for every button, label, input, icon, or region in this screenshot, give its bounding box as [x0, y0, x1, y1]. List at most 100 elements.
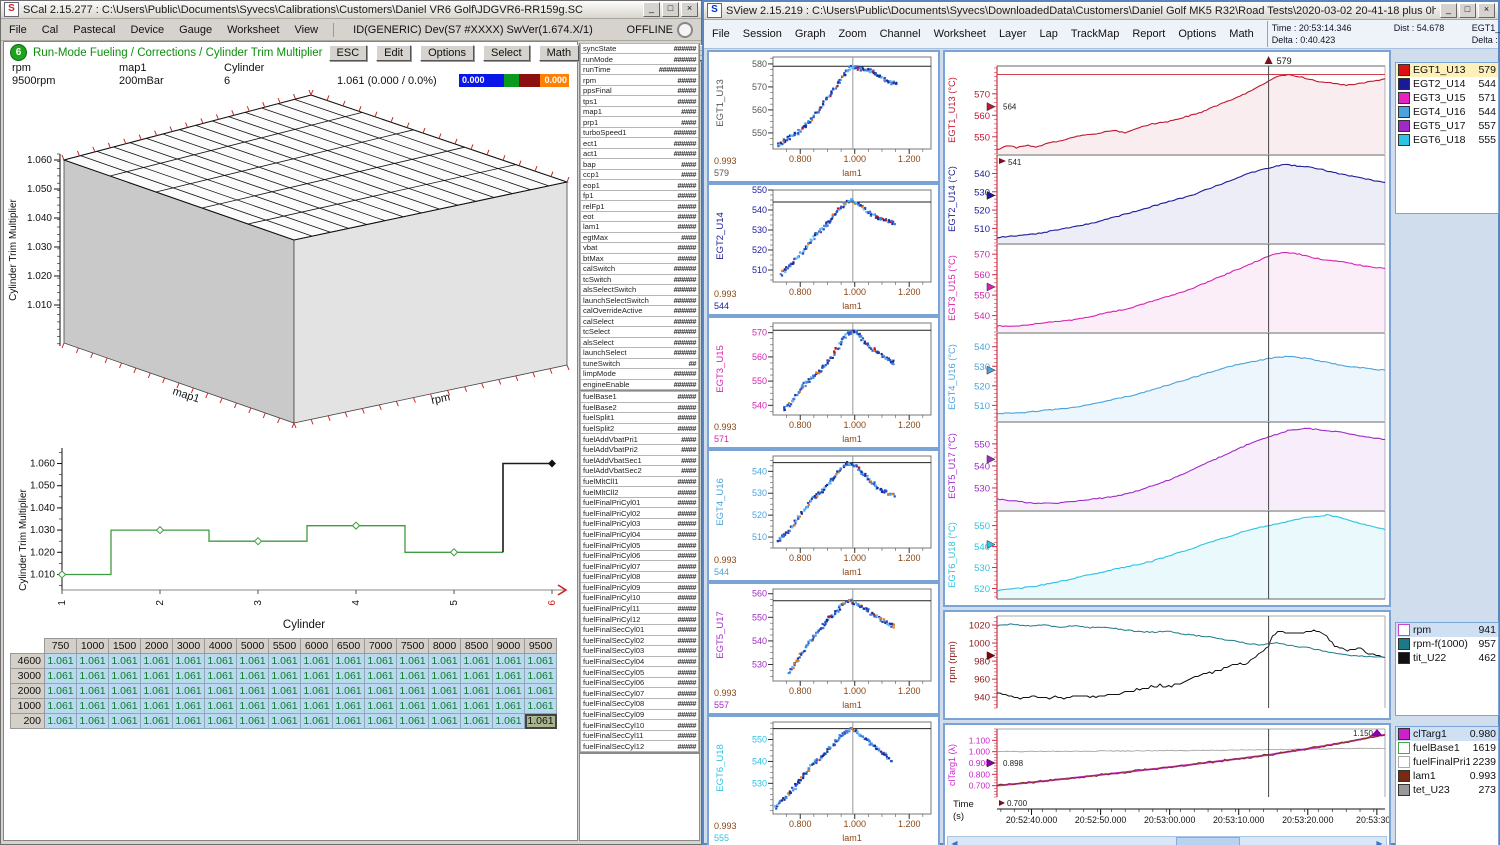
col-header[interactable]: 1000 — [77, 639, 109, 654]
table-cell[interactable]: 1.061 — [237, 714, 269, 729]
table-cell[interactable]: 1.061 — [109, 669, 141, 684]
table-cell[interactable]: 1.061 — [45, 714, 77, 729]
table-cell[interactable]: 1.061 — [109, 684, 141, 699]
table-cell[interactable]: 1.061 — [173, 699, 205, 714]
table-cell[interactable]: 1.061 — [525, 669, 557, 684]
options-button[interactable]: Options — [420, 45, 474, 61]
legend-item-clTarg1[interactable]: clTarg10.980 — [1396, 727, 1498, 741]
legend-item-rpm[interactable]: rpm941 — [1396, 623, 1498, 637]
sview-titlebar[interactable]: S SView 2.15.219 : C:\Users\Public\Docum… — [704, 2, 1498, 20]
scatter-plot-egt3_u15[interactable]: 0.8001.0001.200540550560570EGT3_U150.993… — [707, 316, 940, 449]
table-cell[interactable]: 1.061 — [429, 714, 461, 729]
legend-item-lam1[interactable]: lam10.993 — [1396, 769, 1498, 783]
row-header[interactable]: 3000 — [11, 669, 45, 684]
table-cell[interactable]: 1.061 — [461, 699, 493, 714]
menu-gauge[interactable]: Gauge — [179, 24, 212, 36]
table-cell[interactable]: 1.061 — [141, 714, 173, 729]
legend-item-EGT6_U18[interactable]: EGT6_U18555 — [1396, 133, 1498, 147]
col-header[interactable]: 9500 — [525, 639, 557, 654]
table-cell[interactable]: 1.061 — [269, 699, 301, 714]
watch-row[interactable]: engineEnable###### — [580, 379, 699, 390]
table-cell[interactable]: 1.061 — [493, 684, 525, 699]
table-cell[interactable]: 1.061 — [397, 684, 429, 699]
egt-tracks-panel[interactable]: 579550560570EGT1_U13 (°C)564510520530540… — [943, 50, 1391, 607]
table-cell[interactable]: 1.061 — [493, 669, 525, 684]
col-header[interactable]: 7500 — [397, 639, 429, 654]
table-cell[interactable]: 1.061 — [45, 654, 77, 669]
lambda-track-panel[interactable]: 1.1001.0000.9000.8000.700clTarg1 (λ)0.89… — [943, 723, 1391, 845]
menu-worksheet[interactable]: Worksheet — [227, 24, 279, 36]
table-cell[interactable]: 1.061 — [397, 669, 429, 684]
col-header[interactable]: 5500 — [269, 639, 301, 654]
table-cell[interactable]: 1.061 — [301, 669, 333, 684]
menu-pastecal[interactable]: Pastecal — [73, 24, 115, 36]
scatter-plot-egt4_u16[interactable]: 0.8001.0001.200510520530540EGT4_U160.993… — [707, 449, 940, 582]
minimize-button[interactable]: _ — [643, 2, 660, 17]
menu-lap[interactable]: Lap — [1039, 28, 1057, 40]
legend-item-EGT5_U17[interactable]: EGT5_U17557 — [1396, 119, 1498, 133]
minimize-button[interactable]: _ — [1440, 3, 1457, 18]
scatter-plot-egt6_u18[interactable]: 0.8001.0001.200530540550EGT6_U180.993555… — [707, 715, 940, 845]
table-cell[interactable]: 1.061 — [301, 654, 333, 669]
row-header[interactable]: 1000 — [11, 699, 45, 714]
table-cell[interactable]: 1.061 — [141, 669, 173, 684]
table-cell[interactable]: 1.061 — [205, 699, 237, 714]
close-button[interactable]: × — [681, 2, 698, 17]
menu-file[interactable]: File — [9, 24, 27, 36]
table-cell[interactable]: 1.061 — [301, 684, 333, 699]
table-cell[interactable]: 1.061 — [365, 699, 397, 714]
time-scrollbar[interactable]: ◀ ▶ — [947, 836, 1387, 845]
row-header[interactable]: 2000 — [11, 684, 45, 699]
table-cell[interactable]: 1.061 — [173, 654, 205, 669]
table-cell[interactable]: 1.061 — [333, 654, 365, 669]
row-header[interactable]: 200 — [11, 714, 45, 729]
table-cell[interactable]: 1.061 — [237, 669, 269, 684]
table-cell[interactable]: 1.061 — [77, 714, 109, 729]
scroll-right-icon[interactable]: ▶ — [1373, 838, 1386, 845]
table-cell[interactable]: 1.061 — [429, 654, 461, 669]
table-cell[interactable]: 1.061 — [45, 684, 77, 699]
table-cell[interactable]: 1.061 — [173, 714, 205, 729]
table-cell[interactable]: 1.061 — [45, 669, 77, 684]
table-cell[interactable]: 1.061 — [141, 654, 173, 669]
table-cell[interactable]: 1.061 — [525, 654, 557, 669]
table-cell[interactable]: 1.061 — [173, 669, 205, 684]
legend-item-tit_U22[interactable]: tit_U22462 — [1396, 651, 1498, 665]
table-cell[interactable]: 1.061 — [397, 714, 429, 729]
menu-session[interactable]: Session — [743, 28, 782, 40]
table-cell[interactable]: 1.061 — [333, 684, 365, 699]
table-cell[interactable]: 1.061 — [77, 654, 109, 669]
table-cell[interactable]: 1.061 — [141, 684, 173, 699]
cylinder-trim-step-chart[interactable]: 1.0101.0201.0301.0401.0501.060123456Cyli… — [4, 440, 575, 636]
col-header[interactable]: 7000 — [365, 639, 397, 654]
legend-item-EGT3_U15[interactable]: EGT3_U15571 — [1396, 91, 1498, 105]
rpm-track-panel[interactable]: 94096098010001020rpm (rpm) — [943, 610, 1391, 720]
col-header[interactable]: 8000 — [429, 639, 461, 654]
table-cell[interactable]: 1.061 — [269, 669, 301, 684]
watch-row[interactable]: fuelFinalSecCyl12##### — [580, 740, 699, 752]
col-header[interactable]: 750 — [45, 639, 77, 654]
table-cell[interactable]: 1.061 — [525, 699, 557, 714]
scroll-left-icon[interactable]: ◀ — [948, 838, 961, 845]
menu-graph[interactable]: Graph — [795, 28, 826, 40]
col-header[interactable]: 3000 — [173, 639, 205, 654]
close-button[interactable]: × — [1478, 3, 1495, 18]
menu-view[interactable]: View — [294, 24, 318, 36]
table-cell[interactable]: 1.061 — [109, 699, 141, 714]
legend-item-fuelFinalPri1[interactable]: fuelFinalPri12239 — [1396, 755, 1498, 769]
table-cell[interactable]: 1.061 — [205, 684, 237, 699]
scatter-plot-egt5_u17[interactable]: 0.8001.0001.200530540550560EGT5_U170.993… — [707, 582, 940, 715]
trim-3d-surface-chart[interactable]: 1.0601.0501.0401.0301.0201.010Cylinder T… — [4, 88, 575, 438]
col-header[interactable]: 9000 — [493, 639, 525, 654]
table-cell[interactable]: 1.061 — [429, 669, 461, 684]
table-cell[interactable]: 1.061 — [141, 699, 173, 714]
col-header[interactable]: 2000 — [141, 639, 173, 654]
table-cell[interactable]: 1.061 — [301, 699, 333, 714]
table-cell[interactable]: 1.061 — [525, 684, 557, 699]
col-header[interactable]: 5000 — [237, 639, 269, 654]
legend-item-EGT4_U16[interactable]: EGT4_U16544 — [1396, 105, 1498, 119]
table-cell[interactable]: 1.061 — [269, 654, 301, 669]
col-header[interactable]: 6000 — [301, 639, 333, 654]
table-cell[interactable]: 1.061 — [365, 684, 397, 699]
selected-cell[interactable]: 1.061 — [525, 714, 557, 729]
